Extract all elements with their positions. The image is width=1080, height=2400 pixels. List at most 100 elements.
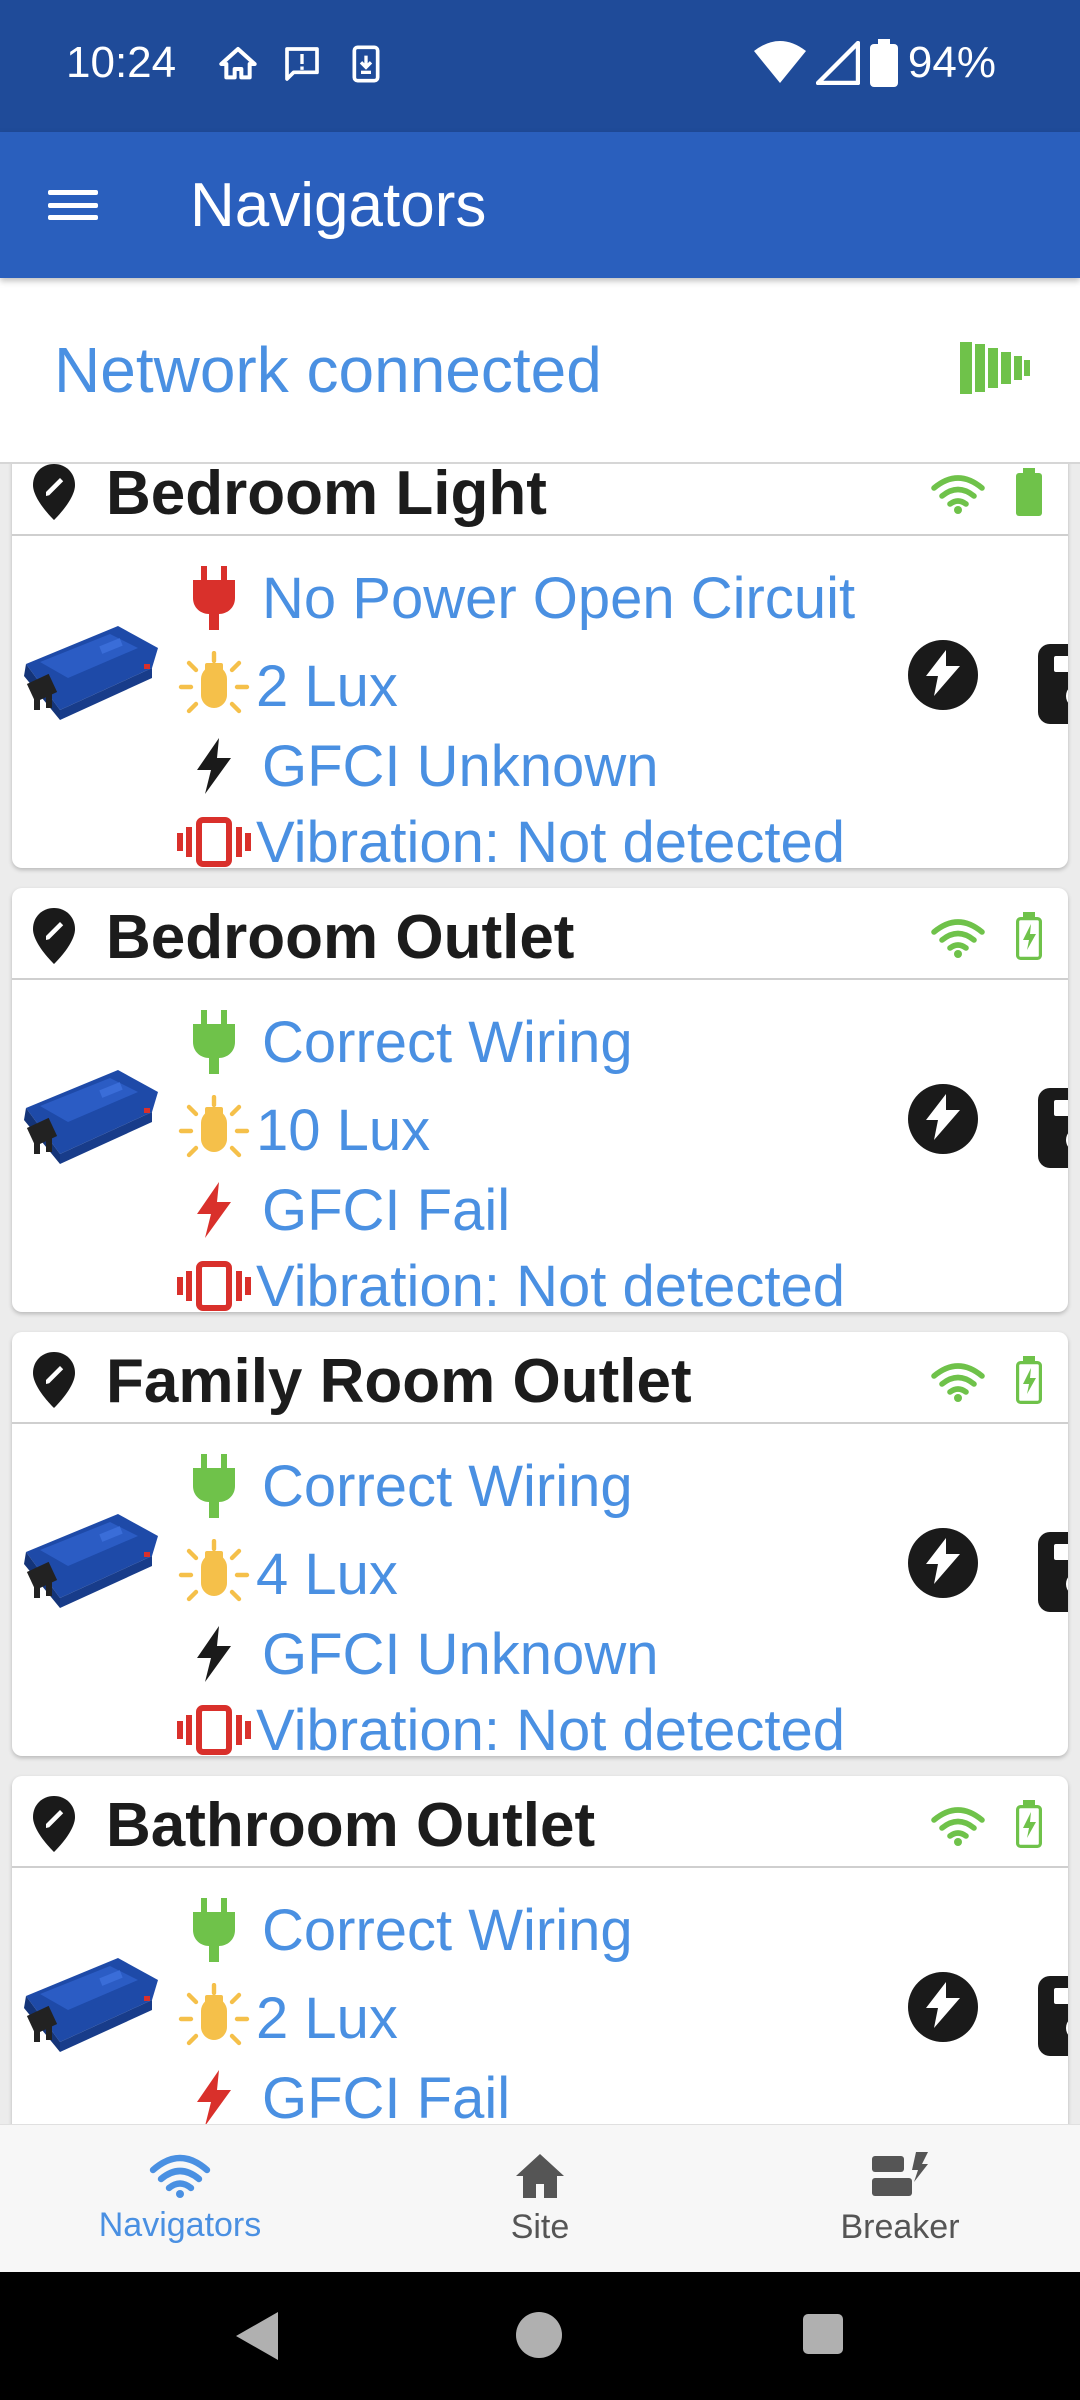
location-pin-icon[interactable] [30, 1350, 78, 1415]
device-list[interactable]: Bedroom Light No Power Open Circuit 2 Lux G… [0, 464, 1080, 2124]
flash-icon [926, 649, 960, 701]
download-icon [352, 45, 380, 83]
status-time: 10:24 [66, 38, 177, 87]
location-pin-icon[interactable] [30, 1794, 78, 1859]
bolt-icon [172, 2062, 256, 2124]
light-bulb-icon [172, 1094, 256, 1166]
status-system-icons: 94% [753, 38, 996, 88]
page-title: Navigators [190, 171, 487, 240]
light-bulb-icon [172, 1538, 256, 1610]
lux-row: 10 Lux [172, 1094, 430, 1166]
gfci-status-text: GFCI Fail [262, 1177, 511, 1243]
navigator-device-image [20, 608, 162, 727]
wifi-signal-icon [930, 474, 986, 519]
device-card[interactable]: Bathroom Outlet Correct Wiring 2 Lux GFCI F… [12, 1776, 1068, 2124]
plug-icon [172, 1894, 256, 1966]
gfci-test-button[interactable] [908, 1528, 978, 1598]
gfci-status-text: GFCI Fail [262, 2065, 511, 2125]
battery-charging-icon [1016, 1356, 1042, 1409]
nav-label-breaker: Breaker [840, 2207, 960, 2246]
nav-tab-navigators[interactable]: Navigators [0, 2125, 360, 2273]
location-pin-icon[interactable] [30, 464, 78, 527]
wiring-status-text: Correct Wiring [262, 1897, 633, 1963]
home-icon [219, 47, 257, 80]
wiring-status-row: No Power Open Circuit [172, 562, 855, 634]
network-status-banner: Network connected [0, 278, 1080, 464]
vibration-status-text: Vibration: Not detected [256, 1253, 845, 1313]
back-icon[interactable] [236, 2312, 278, 2360]
wiring-status-row: Correct Wiring [172, 1450, 633, 1522]
gfci-status-text: GFCI Unknown [262, 733, 659, 799]
vibration-row: Vibration: Not detected [172, 1250, 845, 1312]
status-bar: 10:24 94% [0, 0, 1080, 132]
menu-icon[interactable] [40, 174, 106, 236]
vibration-row: Vibration: Not detected [172, 806, 845, 868]
battery-percent: 94% [907, 38, 996, 87]
plug-icon [172, 1006, 256, 1078]
device-card[interactable]: Family Room Outlet Correct Wiring 4 Lux GFC… [12, 1332, 1068, 1756]
plug-icon [172, 562, 256, 634]
breaker-panel-icon [872, 2151, 928, 2196]
location-pin-icon[interactable] [30, 906, 78, 971]
lux-value: 2 Lux [256, 653, 398, 719]
lux-row: 2 Lux [172, 1982, 398, 2054]
device-name: Bathroom Outlet [106, 1791, 596, 1860]
nav-tab-breaker[interactable]: Breaker [720, 2125, 1080, 2273]
light-bulb-icon [172, 1982, 256, 2054]
status-notification-icons [218, 44, 386, 84]
wiring-status-row: Correct Wiring [172, 1006, 633, 1078]
vibration-icon [172, 1250, 256, 1312]
bottom-navigation: Navigators Site Breaker [0, 2124, 1080, 2272]
wifi-signal-icon [930, 1362, 986, 1407]
lux-value: 4 Lux [256, 1541, 398, 1607]
gfci-row: GFCI Unknown [172, 1618, 658, 1690]
navigator-device-image [20, 1940, 162, 2059]
home-icon [516, 2153, 564, 2198]
recents-icon[interactable] [803, 2314, 843, 2354]
home-button-icon[interactable] [516, 2312, 562, 2358]
navigator-device-image [20, 1496, 162, 1615]
vibration-status-text: Vibration: Not detected [256, 1697, 845, 1757]
save-icon[interactable] [1038, 1532, 1068, 1617]
cell-signal-icon [815, 41, 860, 85]
vibration-icon [172, 1694, 256, 1756]
gfci-row: GFCI Unknown [172, 730, 658, 802]
gfci-test-button[interactable] [908, 1972, 978, 2042]
device-card-header: Bedroom Light [12, 464, 1068, 536]
flash-icon [926, 1537, 960, 1589]
system-navigation-bar [0, 2272, 1080, 2400]
vibration-icon [172, 806, 256, 868]
vibration-status-text: Vibration: Not detected [256, 809, 845, 869]
wifi-icon [753, 41, 806, 83]
app-bar: Navigators [0, 132, 1080, 278]
wiring-status-row: Correct Wiring [172, 1894, 633, 1966]
device-card[interactable]: Bedroom Light No Power Open Circuit 2 Lux G… [12, 464, 1068, 868]
gfci-row: GFCI Fail [172, 1174, 510, 1246]
gfci-row: GFCI Fail [172, 2062, 510, 2124]
network-bars-icon[interactable] [960, 342, 1030, 394]
wiring-status-text: Correct Wiring [262, 1453, 633, 1519]
battery-full-icon [1016, 468, 1042, 521]
vibration-row: Vibration: Not detected [172, 1694, 845, 1756]
message-alert-icon [285, 47, 319, 81]
battery-icon [869, 39, 898, 87]
bolt-icon [172, 730, 256, 802]
battery-charging-icon [1016, 912, 1042, 965]
device-card[interactable]: Bedroom Outlet Correct Wiring 10 Lux GFCI F… [12, 888, 1068, 1312]
lux-value: 2 Lux [256, 1985, 398, 2051]
lux-value: 10 Lux [256, 1097, 431, 1163]
device-name: Bedroom Light [106, 464, 547, 528]
save-icon[interactable] [1038, 1088, 1068, 1173]
wiring-status-text: Correct Wiring [262, 1009, 633, 1075]
device-name: Bedroom Outlet [106, 903, 575, 972]
gfci-test-button[interactable] [908, 1084, 978, 1154]
gfci-test-button[interactable] [908, 640, 978, 710]
device-card-header: Bathroom Outlet [12, 1776, 1068, 1868]
battery-charging-icon [1016, 1800, 1042, 1853]
save-icon[interactable] [1038, 644, 1068, 729]
save-icon[interactable] [1038, 1976, 1068, 2061]
device-name: Family Room Outlet [106, 1347, 692, 1416]
bolt-icon [172, 1174, 256, 1246]
flash-icon [926, 1093, 960, 1145]
nav-tab-site[interactable]: Site [360, 2125, 720, 2273]
